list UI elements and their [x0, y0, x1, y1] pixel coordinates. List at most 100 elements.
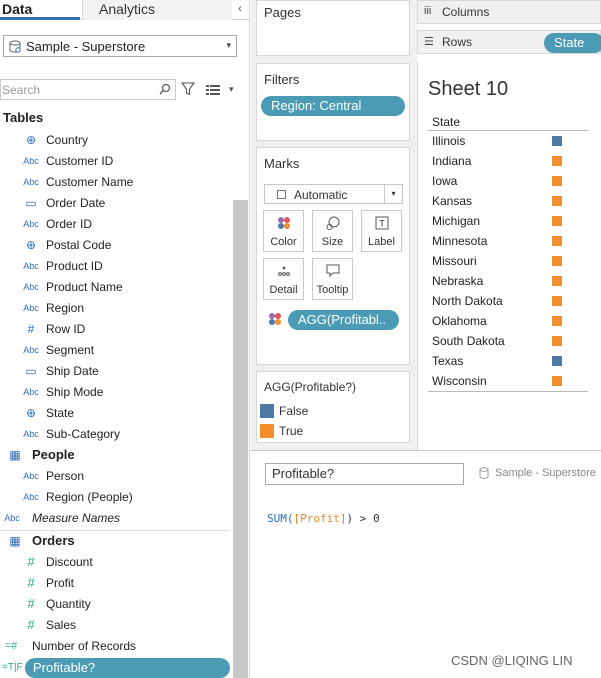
- mark-type-label: Automatic: [294, 188, 348, 202]
- mark-type-select[interactable]: Automatic ▾: [264, 184, 403, 204]
- formula-rest: ) > 0: [346, 512, 380, 525]
- state-row[interactable]: Texas: [432, 351, 582, 371]
- string-icon: Abc: [23, 156, 39, 166]
- state-row[interactable]: Oklahoma: [432, 311, 582, 331]
- calc-name-input[interactable]: Profitable?: [265, 463, 464, 485]
- table-icon: ▦: [9, 534, 21, 548]
- field-name: Country: [46, 133, 89, 147]
- square-mark[interactable]: [552, 276, 562, 286]
- field-ship-date[interactable]: ▭ Ship Date: [20, 361, 230, 381]
- field-country[interactable]: ⊕ Country: [20, 130, 230, 150]
- globe-icon: ⊕: [25, 133, 37, 147]
- state-row[interactable]: North Dakota: [432, 291, 582, 311]
- detail-label: Detail: [269, 284, 298, 296]
- square-mark[interactable]: [552, 336, 562, 346]
- state-row[interactable]: Indiana: [432, 151, 582, 171]
- detail-button[interactable]: Detail: [263, 258, 304, 300]
- tables-header: Tables: [3, 110, 44, 125]
- square-mark[interactable]: [552, 156, 562, 166]
- state-row[interactable]: Illinois: [432, 131, 582, 151]
- search-placeholder: Search: [2, 83, 41, 97]
- state-row[interactable]: Wisconsin: [432, 371, 582, 391]
- field-postal-code[interactable]: ⊕ Postal Code: [20, 235, 230, 255]
- list-view-icon[interactable]: [206, 84, 220, 96]
- square-mark[interactable]: [552, 236, 562, 246]
- field-person[interactable]: Abc Person: [20, 466, 230, 486]
- field-region[interactable]: Abc Region: [20, 298, 230, 318]
- tooltip-button[interactable]: Tooltip: [312, 258, 353, 300]
- filter-icon[interactable]: [181, 82, 195, 96]
- search-icon: [159, 83, 171, 95]
- field-measure-names[interactable]: Abc Measure Names: [4, 508, 230, 528]
- square-mark[interactable]: [552, 356, 562, 366]
- field-row-id[interactable]: # Row ID: [20, 319, 230, 339]
- field-sales[interactable]: # Sales: [20, 615, 230, 635]
- string-icon: Abc: [23, 303, 39, 313]
- state-row[interactable]: Kansas: [432, 191, 582, 211]
- square-mark[interactable]: [552, 316, 562, 326]
- square-mark[interactable]: [552, 196, 562, 206]
- table-people[interactable]: ▦ People: [4, 445, 224, 465]
- state-row[interactable]: Missouri: [432, 251, 582, 271]
- field-sub-category[interactable]: Abc Sub-Category: [20, 424, 230, 444]
- square-mark[interactable]: [552, 176, 562, 186]
- field-segment[interactable]: Abc Segment: [20, 340, 230, 360]
- field-name: Customer ID: [46, 154, 114, 168]
- square-mark[interactable]: [552, 376, 562, 386]
- field-name: Row ID: [46, 322, 86, 336]
- square-mark[interactable]: [552, 256, 562, 266]
- state-row[interactable]: Nebraska: [432, 271, 582, 291]
- state-column-header[interactable]: State: [432, 115, 460, 129]
- field-state[interactable]: ⊕ State: [20, 403, 230, 423]
- state-row[interactable]: Iowa: [432, 171, 582, 191]
- size-button[interactable]: Size: [312, 210, 353, 252]
- search-input[interactable]: Search: [0, 79, 176, 100]
- tab-analytics[interactable]: Analytics: [82, 0, 232, 20]
- state-row[interactable]: South Dakota: [432, 331, 582, 351]
- field-customer-id[interactable]: Abc Customer ID: [20, 151, 230, 171]
- state-row[interactable]: Michigan: [432, 211, 582, 231]
- tooltip-icon: [326, 264, 340, 278]
- collapse-pane-icon[interactable]: ‹: [232, 0, 248, 18]
- columns-shelf[interactable]: iii Columns: [417, 0, 601, 24]
- filter-pill-region[interactable]: Region: Central: [261, 96, 405, 116]
- label-button[interactable]: T Label: [361, 210, 402, 252]
- rows-pill-state[interactable]: State: [544, 33, 601, 53]
- field-ship-mode[interactable]: Abc Ship Mode: [20, 382, 230, 402]
- field-product-name[interactable]: Abc Product Name: [20, 277, 230, 297]
- field-name: Sales: [46, 618, 77, 632]
- color-button[interactable]: Color: [263, 210, 304, 252]
- square-mark[interactable]: [552, 296, 562, 306]
- field-number-of-records[interactable]: =# Number of Records: [4, 636, 230, 656]
- string-icon: Abc: [23, 177, 39, 187]
- field-region-people[interactable]: Abc Region (People): [20, 487, 230, 507]
- table-orders[interactable]: ▦ Orders: [4, 531, 224, 551]
- data-pane-scrollbar[interactable]: [233, 200, 248, 678]
- pages-card[interactable]: Pages: [256, 0, 410, 56]
- marks-pill-profitable[interactable]: AGG(Profitabl..: [288, 310, 399, 330]
- number-icon: #: [27, 322, 35, 336]
- color-label: Color: [270, 236, 297, 248]
- field-profit[interactable]: # Profit: [20, 573, 230, 593]
- chevron-down-icon[interactable]: ▾: [229, 84, 234, 95]
- tab-data[interactable]: Data: [0, 0, 80, 20]
- rows-shelf[interactable]: ☰ Rows State: [417, 30, 601, 54]
- field-profitable-selected[interactable]: Profitable?: [25, 658, 230, 678]
- field-discount[interactable]: # Discount: [20, 552, 230, 572]
- calc-formula[interactable]: SUM([Profit]) > 0: [267, 512, 380, 525]
- filters-card[interactable]: Filters Region: Central: [256, 63, 410, 141]
- legend-label: True: [279, 424, 304, 438]
- state-row[interactable]: Minnesota: [432, 231, 582, 251]
- field-order-id[interactable]: Abc Order ID: [20, 214, 230, 234]
- field-order-date[interactable]: ▭ Order Date: [20, 193, 230, 213]
- state-label: South Dakota: [432, 334, 505, 348]
- square-mark[interactable]: [552, 216, 562, 226]
- globe-icon: ⊕: [25, 238, 37, 252]
- datasource-select[interactable]: Sample - Superstore ▾: [3, 35, 237, 57]
- field-customer-name[interactable]: Abc Customer Name: [20, 172, 230, 192]
- square-mark[interactable]: [552, 136, 562, 146]
- field-product-id[interactable]: Abc Product ID: [20, 256, 230, 276]
- number-icon: #: [27, 575, 35, 590]
- field-quantity[interactable]: # Quantity: [20, 594, 230, 614]
- detail-icon: [278, 266, 290, 276]
